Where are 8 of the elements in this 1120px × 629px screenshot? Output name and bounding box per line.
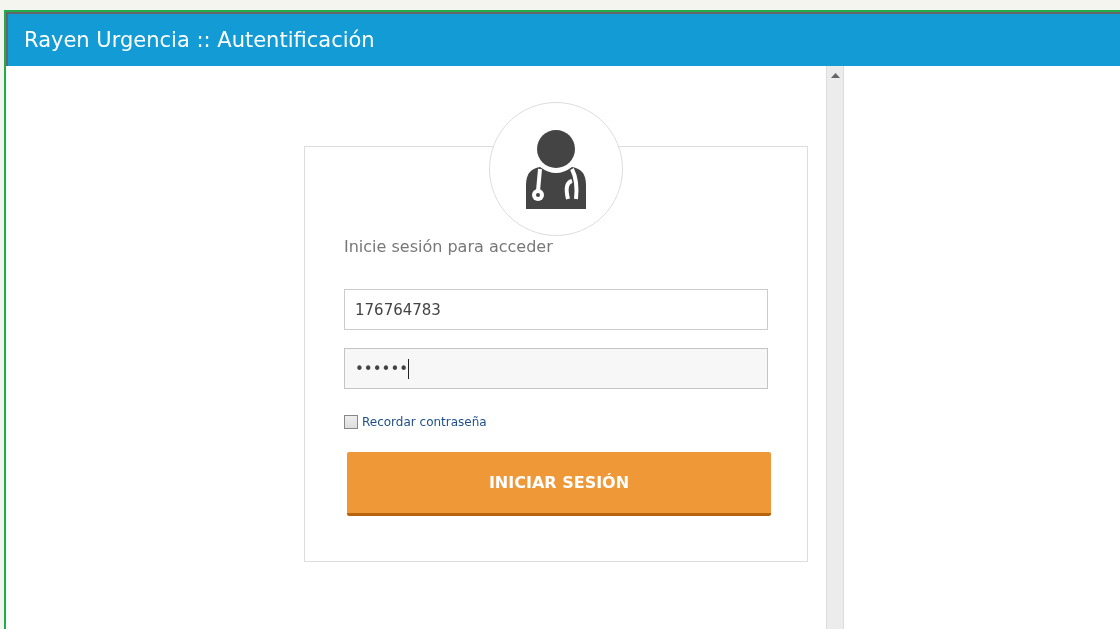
remember-label[interactable]: Recordar contraseña xyxy=(362,415,487,429)
username-field[interactable]: 176764783 xyxy=(344,289,768,330)
password-field[interactable]: •••••• xyxy=(344,348,768,389)
remember-checkbox[interactable] xyxy=(344,415,358,429)
window-title: Rayen Urgencia :: Autentificación xyxy=(24,28,375,52)
scroll-up-icon[interactable] xyxy=(830,72,840,78)
scrollbar[interactable] xyxy=(826,66,844,629)
login-prompt: Inicie sesión para acceder xyxy=(344,237,553,256)
